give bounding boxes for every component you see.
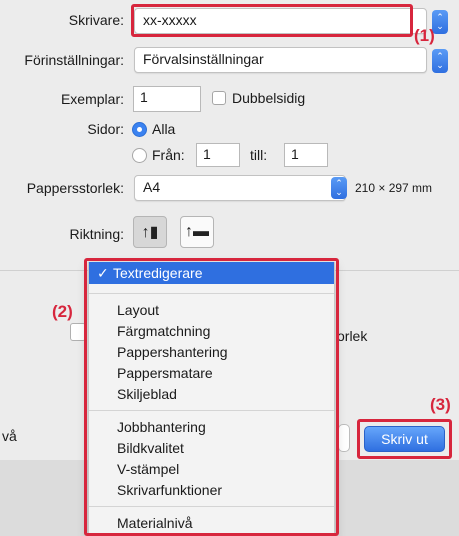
pages-all-label: Alla: [152, 121, 176, 137]
orientation-portrait-button[interactable]: ↑▮: [133, 216, 167, 248]
pages-all-radio[interactable]: [132, 122, 147, 137]
callout-label-3: (3): [430, 395, 451, 414]
pages-to-field[interactable]: 1: [284, 143, 328, 167]
callout-label-2: (2): [52, 302, 73, 321]
orientation-landscape-button[interactable]: ↑▬: [180, 216, 214, 248]
partial-right-text: orlek: [337, 328, 368, 344]
pages-label: Sidor:: [87, 121, 124, 137]
printer-label: Skrivare:: [68, 12, 124, 28]
orientation-label: Riktning:: [69, 226, 124, 242]
paper-size-select[interactable]: A4: [134, 175, 346, 201]
presets-select[interactable]: Förvalsinställningar: [134, 47, 427, 73]
paper-size-dimensions: 210 × 297 mm: [355, 181, 433, 195]
callout-box-print: [357, 419, 452, 459]
paper-size-value: A4: [143, 179, 161, 195]
copies-field[interactable]: 1: [133, 86, 201, 112]
duplex-checkbox[interactable]: [212, 91, 226, 105]
paper-size-dropdown-arrows-icon[interactable]: ⌃ ⌄: [331, 177, 347, 199]
presets-dropdown-arrows-icon[interactable]: ⌃ ⌄: [432, 49, 448, 73]
pages-to-label: till:: [250, 147, 268, 163]
landscape-icon: ↑▬: [185, 223, 209, 240]
presets-label: Förinställningar:: [24, 52, 124, 68]
presets-value: Förvalsinställningar: [143, 51, 264, 67]
pages-from-field[interactable]: 1: [196, 143, 240, 167]
duplex-label: Dubbelsidig: [232, 90, 306, 106]
partial-left-text: vå: [2, 428, 17, 444]
secondary-button[interactable]: [338, 424, 350, 452]
callout-label-1: (1): [414, 26, 435, 45]
callout-box-printer: [131, 4, 413, 37]
callout-box-menu: [84, 258, 339, 536]
portrait-icon: ↑▮: [141, 224, 159, 241]
pages-from-label: Från:: [152, 147, 185, 163]
pages-from-radio[interactable]: [132, 148, 147, 163]
paper-size-label: Pappersstorlek:: [26, 180, 124, 196]
copies-label: Exemplar:: [60, 91, 124, 107]
